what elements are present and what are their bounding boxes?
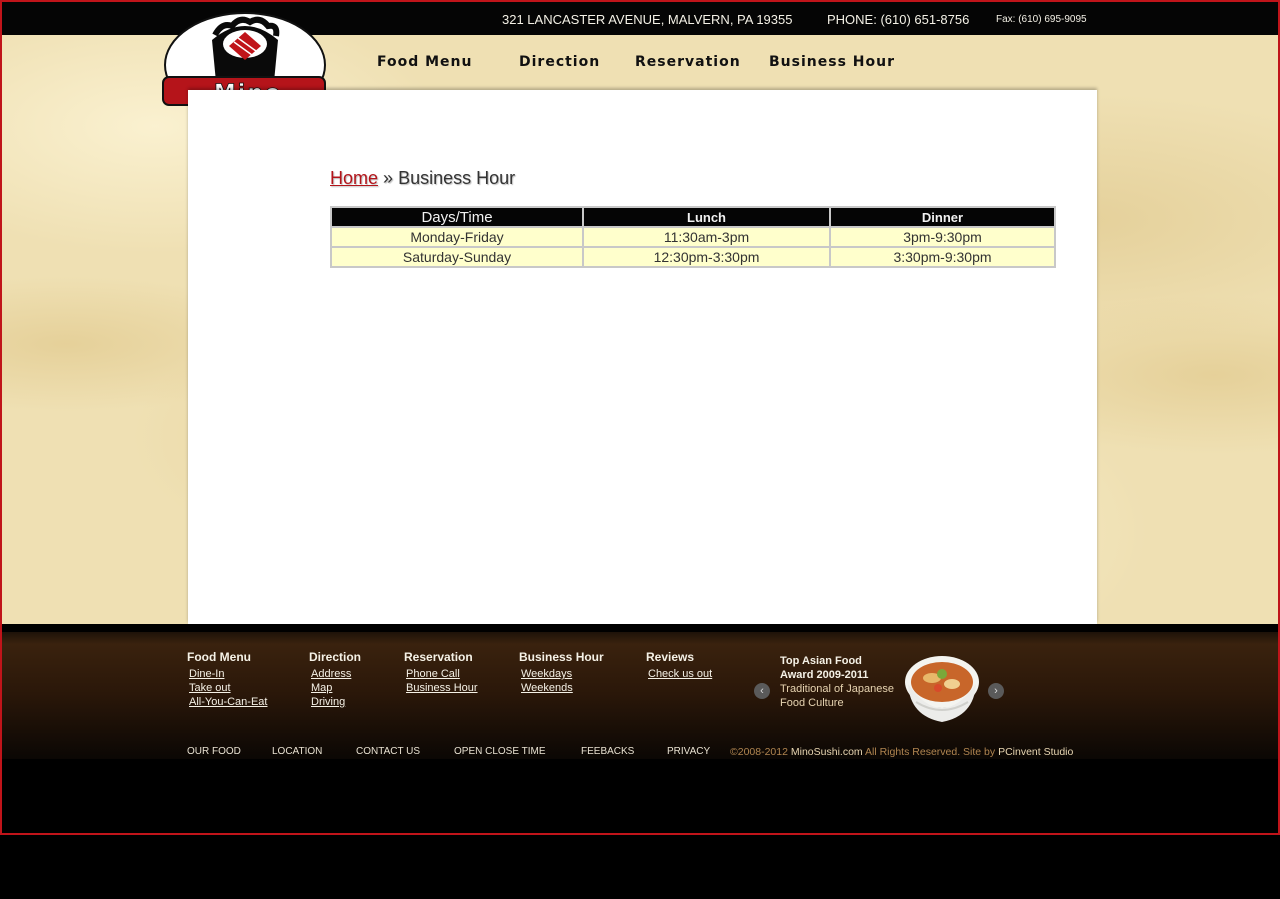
copyright-studio-link[interactable]: PCinvent Studio — [998, 746, 1073, 758]
table-cell: 11:30am-3pm — [582, 226, 831, 248]
phone-text: PHONE: (610) 651-8756 — [827, 12, 970, 27]
header-lunch: Lunch — [582, 206, 831, 228]
page-frame: 321 LANCASTER AVENUE, MALVERN, PA 19355 … — [0, 0, 1280, 835]
carousel-prev-icon[interactable]: ‹ — [754, 683, 770, 699]
bottom-link-our-food[interactable]: OUR FOOD — [187, 746, 241, 757]
bottom-link-privacy[interactable]: PRIVACY — [667, 746, 710, 757]
copyright-prefix: ©2008-2012 — [730, 746, 788, 758]
main-content: Home » Business Hour Days/Time Lunch Din… — [188, 90, 1097, 624]
footer-link-driving[interactable]: Driving — [311, 695, 361, 709]
header-dinner: Dinner — [829, 206, 1056, 228]
footer-heading: Food Menu — [187, 650, 251, 664]
footer-link-dine-in[interactable]: Dine-In — [189, 667, 267, 681]
footer-link-address[interactable]: Address — [311, 667, 361, 681]
footer-link-weekends[interactable]: Weekends — [521, 681, 604, 695]
footer-link-check-us-out[interactable]: Check us out — [648, 667, 712, 681]
award-desc-line2: Food Culture — [780, 697, 844, 709]
copyright-text: ©2008-2012 MinoSushi.com All Rights Rese… — [730, 746, 1073, 758]
footer-link-phone-call[interactable]: Phone Call — [406, 667, 478, 681]
footer-col-business-hour: Business Hour Weekdays Weekends — [519, 650, 604, 695]
footer-heading: Reservation — [404, 650, 473, 664]
nav-direction[interactable]: Direction — [519, 54, 600, 70]
table-cell: Monday-Friday — [330, 226, 584, 248]
bottom-link-contact-us[interactable]: CONTACT US — [356, 746, 420, 757]
nav-business-hour[interactable]: Business Hour — [769, 54, 895, 70]
table-cell: 12:30pm-3:30pm — [582, 246, 831, 268]
nav-reservation[interactable]: Reservation — [635, 54, 741, 70]
breadcrumb-current: Business Hour — [398, 168, 516, 188]
ramen-bowl-image — [902, 652, 982, 726]
copyright-middle: All Rights Reserved. Site by — [865, 746, 996, 758]
footer-col-direction: Direction Address Map Driving — [309, 650, 361, 709]
bottom-link-location[interactable]: LOCATION — [272, 746, 322, 757]
award-desc-line1: Traditional of Japanese — [780, 683, 894, 695]
award-title-line2: Award 2009-2011 — [780, 669, 869, 681]
nav-food-menu[interactable]: Food Menu — [377, 54, 473, 70]
bottom-link-feebacks[interactable]: FEEBACKS — [581, 746, 634, 757]
award-text: Top Asian Food Award 2009-2011 Tradition… — [780, 654, 894, 710]
footer-heading: Reviews — [646, 650, 695, 664]
table-row: Saturday-Sunday 12:30pm-3:30pm 3:30pm-9:… — [330, 246, 1056, 268]
footer: Food Menu Dine-In Take out All-You-Can-E… — [2, 624, 1278, 759]
bottom-link-open-close-time[interactable]: OPEN CLOSE TIME — [454, 746, 546, 757]
breadcrumb-home-link[interactable]: Home — [330, 168, 378, 188]
breadcrumb-separator: » — [383, 168, 394, 188]
table-header-row: Days/Time Lunch Dinner — [330, 206, 1056, 228]
copyright-site-link[interactable]: MinoSushi.com — [791, 746, 863, 758]
footer-col-food-menu: Food Menu Dine-In Take out All-You-Can-E… — [187, 650, 267, 709]
footer-link-take-out[interactable]: Take out — [189, 681, 267, 695]
footer-heading: Direction — [309, 650, 362, 664]
breadcrumb: Home » Business Hour — [330, 168, 515, 189]
business-hours-table: Days/Time Lunch Dinner Monday-Friday 11:… — [330, 206, 1056, 268]
footer-link-all-you-can-eat[interactable]: All-You-Can-Eat — [189, 695, 267, 709]
table-cell: 3pm-9:30pm — [829, 226, 1056, 248]
table-row: Monday-Friday 11:30am-3pm 3pm-9:30pm — [330, 226, 1056, 248]
table-cell: Saturday-Sunday — [330, 246, 584, 268]
footer-col-reservation: Reservation Phone Call Business Hour — [404, 650, 478, 695]
footer-link-weekdays[interactable]: Weekdays — [521, 667, 604, 681]
footer-link-business-hour[interactable]: Business Hour — [406, 681, 478, 695]
footer-link-map[interactable]: Map — [311, 681, 361, 695]
award-title-line1: Top Asian Food — [780, 655, 862, 667]
table-cell: 3:30pm-9:30pm — [829, 246, 1056, 268]
fax-text: Fax: (610) 695-9095 — [996, 14, 1087, 25]
footer-heading: Business Hour — [519, 650, 604, 664]
carousel-next-icon[interactable]: › — [988, 683, 1004, 699]
award-carousel: ‹ Top Asian Food Award 2009-2011 Traditi… — [752, 652, 1012, 732]
footer-col-reviews: Reviews Check us out — [646, 650, 712, 681]
address-text: 321 LANCASTER AVENUE, MALVERN, PA 19355 — [502, 12, 793, 27]
header-days-time: Days/Time — [330, 206, 584, 228]
